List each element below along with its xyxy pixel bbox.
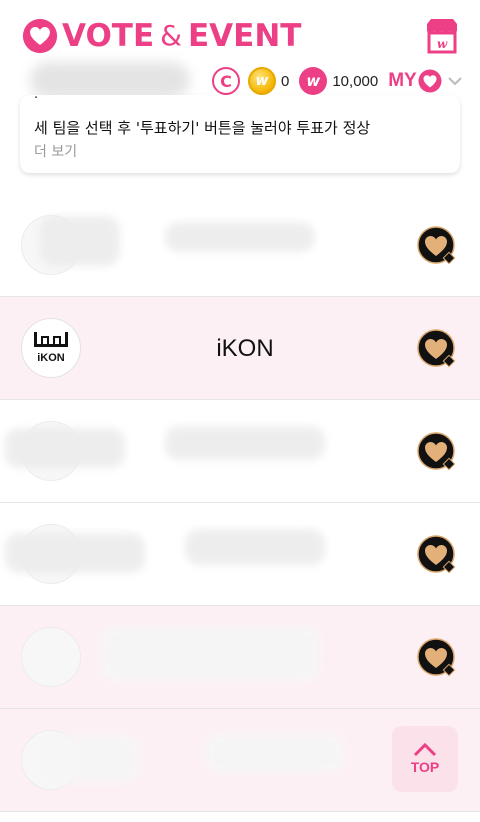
more-link[interactable]: 더 보기 — [34, 141, 77, 161]
list-item[interactable] — [0, 194, 480, 297]
wallet-bar: C w 0 w 10,000 MY — [212, 66, 462, 96]
artist-name: iKON — [216, 335, 274, 362]
logo-title-amp: & — [160, 19, 182, 52]
artist-name — [120, 194, 370, 297]
heart-coin-icon[interactable]: w — [299, 67, 328, 95]
heart-coin-amount: 10,000 — [332, 72, 379, 90]
heart-icon — [418, 69, 442, 93]
notice-card[interactable]: · 세 팀을 선택 후 '투표하기' 버튼을 눌러야 투표가 정상 더 보기 — [20, 95, 460, 173]
vote-list: iKON iKON — [0, 194, 480, 812]
my-label: MY — [388, 70, 417, 91]
gold-heart-vote-icon[interactable] — [417, 638, 457, 678]
avatar: iKON — [21, 318, 81, 378]
list-item[interactable] — [0, 503, 480, 606]
gold-coin-icon[interactable]: w — [248, 67, 276, 95]
store-icon[interactable]: w — [424, 18, 460, 54]
list-item[interactable] — [0, 606, 480, 709]
gold-heart-vote-icon[interactable] — [417, 329, 457, 369]
logo-title-event: EVENT — [187, 18, 302, 54]
chevron-down-icon — [448, 77, 462, 86]
svg-text:iKON: iKON — [37, 352, 65, 364]
ikon-logo-icon: iKON — [34, 332, 68, 364]
gold-heart-vote-icon[interactable] — [417, 432, 457, 472]
svg-text:w: w — [437, 37, 448, 51]
artist-name — [120, 503, 370, 606]
artist-name — [120, 400, 370, 503]
logo-title-vote: VOTE — [62, 18, 155, 54]
artist-name — [120, 709, 370, 812]
copyright-coin-icon[interactable]: C — [212, 67, 240, 95]
scroll-top-button[interactable]: TOP — [392, 726, 458, 792]
list-item[interactable]: iKON iKON — [0, 297, 480, 400]
app-logo: VOTE & EVENT — [22, 18, 301, 54]
blurred-area — [40, 216, 120, 266]
top-label: TOP — [410, 759, 440, 775]
arrow-up-icon — [413, 743, 437, 757]
blurred-area — [5, 428, 125, 468]
gold-heart-vote-icon[interactable] — [417, 226, 457, 266]
artist-name — [120, 606, 370, 709]
my-menu-button[interactable]: MY — [388, 69, 462, 93]
list-item[interactable] — [0, 400, 480, 503]
heart-logo-icon — [22, 18, 58, 54]
notice-cut-line: · — [34, 95, 39, 106]
avatar — [21, 627, 81, 687]
notice-text: 세 팀을 선택 후 '투표하기' 버튼을 눌러야 투표가 정상 — [34, 119, 371, 137]
blurred-area — [30, 62, 190, 98]
gold-coin-amount: 0 — [281, 72, 290, 90]
app-header: VOTE & EVENT w C w 0 w 10,000 MY — [0, 0, 480, 100]
gold-heart-vote-icon[interactable] — [417, 535, 457, 575]
